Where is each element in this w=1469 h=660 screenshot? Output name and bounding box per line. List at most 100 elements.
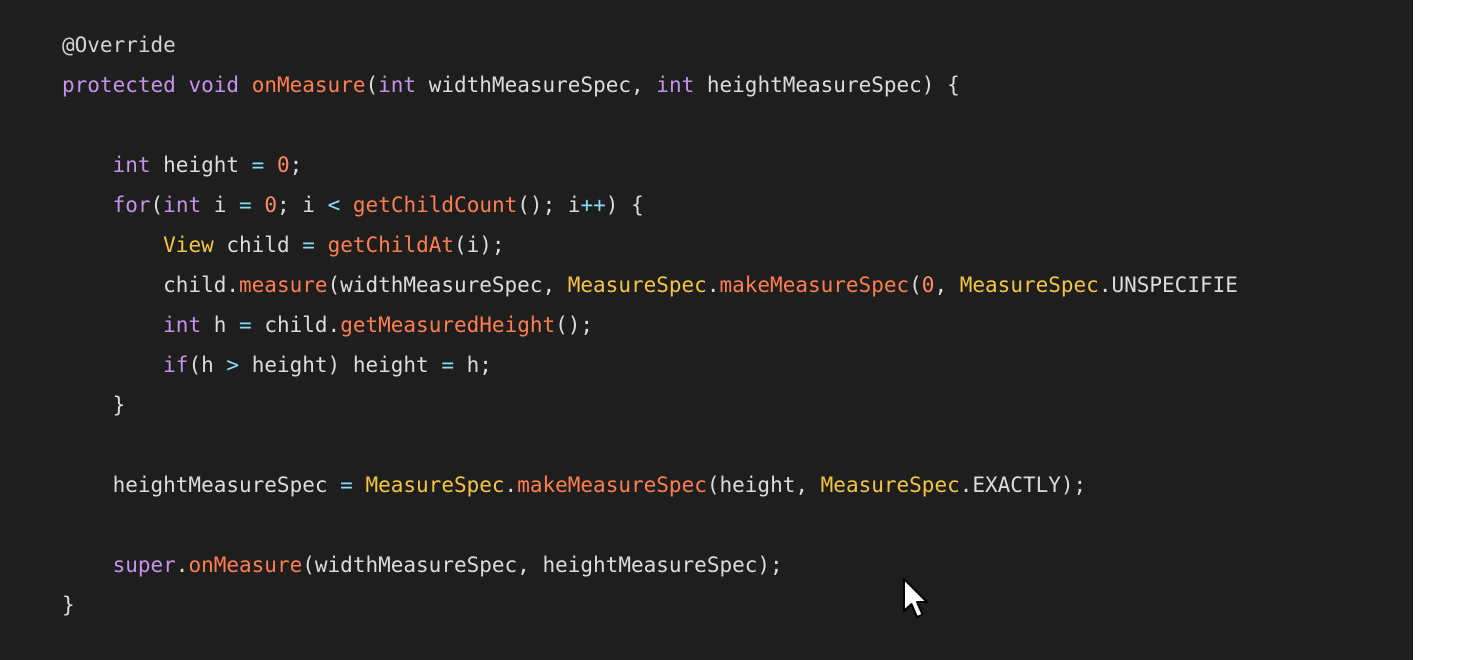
code-token: int bbox=[163, 313, 202, 337]
code-token: ( bbox=[150, 193, 164, 217]
code-token: child. bbox=[62, 273, 240, 297]
code-token: = bbox=[251, 153, 265, 177]
code-token: = bbox=[340, 473, 353, 497]
code-line: super.onMeasure(widthMeasureSpec, height… bbox=[62, 545, 1238, 585]
code-token: super bbox=[112, 553, 176, 577]
code-token: View bbox=[163, 233, 214, 257]
code-token: for bbox=[112, 193, 151, 217]
code-token: } bbox=[62, 393, 126, 417]
code-token: heightMeasureSpec bbox=[62, 473, 341, 497]
code-token: height) height bbox=[239, 353, 442, 377]
code-token: ; bbox=[289, 153, 303, 177]
code-token: ; i bbox=[277, 193, 328, 217]
code-line: heightMeasureSpec = MeasureSpec.makeMeas… bbox=[62, 465, 1238, 505]
code-token: = bbox=[239, 193, 252, 217]
code-token: child. bbox=[251, 313, 341, 337]
code-token: , bbox=[934, 273, 960, 297]
code-token: (); bbox=[555, 313, 594, 337]
code-token: int bbox=[112, 153, 151, 177]
code-token: if bbox=[163, 353, 189, 377]
code-line: if(h > height) height = h; bbox=[62, 345, 1238, 385]
code-token: int bbox=[378, 73, 417, 97]
code-token: (widthMeasureSpec, bbox=[327, 273, 568, 297]
code-line: int height = 0; bbox=[62, 145, 1238, 185]
code-token: widthMeasureSpec, bbox=[416, 73, 657, 97]
code-token: .UNSPECIFIE bbox=[1098, 273, 1238, 297]
code-line: } bbox=[62, 385, 1238, 425]
code-line: @Override bbox=[62, 25, 1238, 65]
code-token: . bbox=[706, 273, 720, 297]
code-token: (i); bbox=[454, 233, 505, 257]
code-line: child.measure(widthMeasureSpec, MeasureS… bbox=[62, 265, 1238, 305]
code-line: int h = child.getMeasuredHeight(); bbox=[62, 305, 1238, 345]
code-token: 0 bbox=[264, 193, 278, 217]
code-token: void bbox=[188, 73, 240, 97]
code-token: protected bbox=[62, 73, 176, 97]
code-token: = bbox=[302, 233, 315, 257]
code-token: getChildAt bbox=[327, 233, 454, 257]
code-token: h bbox=[201, 313, 240, 337]
code-token: makeMeasureSpec bbox=[719, 273, 910, 297]
code-token: 0 bbox=[276, 153, 290, 177]
code-token: ( bbox=[909, 273, 922, 297]
code-token: height bbox=[150, 153, 252, 177]
code-token: measure bbox=[239, 273, 328, 297]
code-token: (h bbox=[188, 353, 227, 377]
page-background-strip bbox=[1413, 0, 1469, 660]
code-token: . bbox=[504, 473, 518, 497]
code-token: = bbox=[441, 353, 454, 377]
code-token: ( bbox=[365, 73, 379, 97]
code-token: h; bbox=[454, 353, 492, 377]
code-token: 0 bbox=[921, 273, 935, 297]
code-token: . bbox=[175, 553, 189, 577]
code-token: } bbox=[62, 593, 75, 617]
code-token: onMeasure bbox=[188, 553, 303, 577]
code-token: makeMeasureSpec bbox=[517, 473, 707, 497]
code-line: View child = getChildAt(i); bbox=[62, 225, 1238, 265]
code-token: (widthMeasureSpec, heightMeasureSpec); bbox=[302, 553, 783, 577]
code-token: > bbox=[226, 353, 240, 377]
code-token: .EXACTLY); bbox=[959, 473, 1087, 497]
code-token: MeasureSpec bbox=[959, 273, 1099, 297]
code-token: = bbox=[239, 313, 252, 337]
code-editor-panel: @Override protected void onMeasure(int wi… bbox=[0, 0, 1413, 660]
code-token: (); i bbox=[517, 193, 581, 217]
code-token: onMeasure bbox=[251, 73, 366, 97]
mouse-pointer-icon bbox=[903, 578, 928, 618]
code-line: } bbox=[62, 585, 1238, 625]
code-block[interactable]: @Override protected void onMeasure(int wi… bbox=[62, 25, 1238, 625]
code-token: ++ bbox=[580, 193, 606, 217]
code-token: MeasureSpec bbox=[820, 473, 960, 497]
code-line: for(int i = 0; i < getChildCount(); i++)… bbox=[62, 185, 1238, 225]
code-token: heightMeasureSpec) { bbox=[694, 73, 960, 97]
code-line: protected void onMeasure(int widthMeasur… bbox=[62, 65, 1238, 105]
code-token: ) { bbox=[605, 193, 644, 217]
code-token: getMeasuredHeight bbox=[340, 313, 556, 337]
code-token: int bbox=[163, 193, 202, 217]
code-token: (height, bbox=[706, 473, 821, 497]
code-token: int bbox=[656, 73, 695, 97]
code-token: @Override bbox=[62, 33, 176, 57]
code-token: < bbox=[327, 193, 341, 217]
code-token: MeasureSpec bbox=[365, 473, 505, 497]
code-token: child bbox=[213, 233, 303, 257]
code-token: getChildCount bbox=[352, 193, 518, 217]
code-token: i bbox=[201, 193, 240, 217]
code-token: MeasureSpec bbox=[567, 273, 707, 297]
